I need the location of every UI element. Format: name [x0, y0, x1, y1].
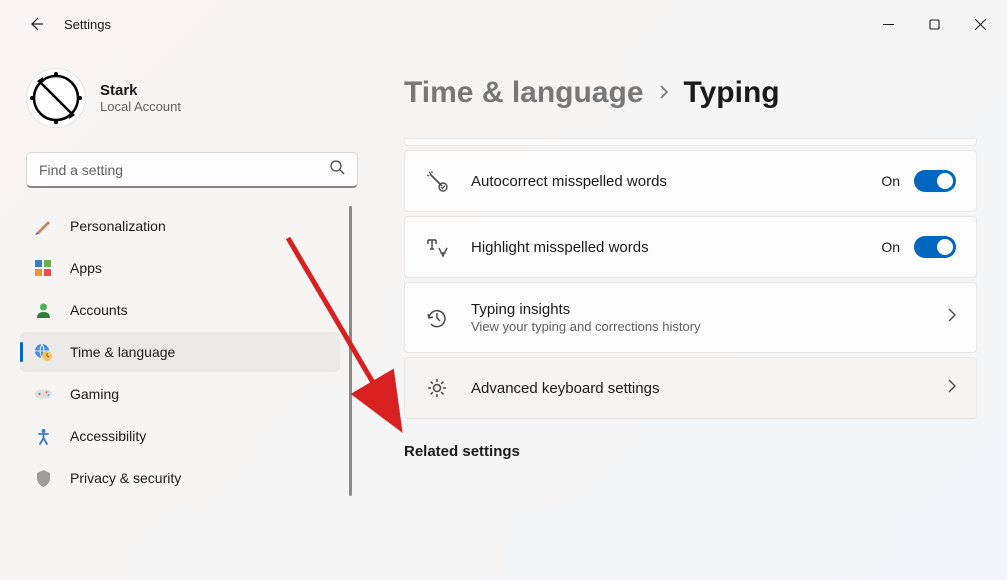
card-title: Typing insights	[471, 301, 925, 318]
search-icon	[329, 159, 345, 180]
minimize-button[interactable]	[865, 8, 911, 40]
accessibility-icon	[34, 427, 52, 445]
apps-icon	[34, 259, 52, 277]
autocorrect-toggle[interactable]	[914, 170, 956, 192]
close-button[interactable]	[957, 8, 1003, 40]
shield-icon	[34, 469, 52, 487]
card-autocorrect[interactable]: Autocorrect misspelled words On	[404, 150, 977, 212]
toggle-state-label: On	[881, 239, 900, 255]
maximize-button[interactable]	[911, 8, 957, 40]
sidebar-item-label: Apps	[70, 260, 102, 276]
window-title: Settings	[64, 17, 111, 32]
back-icon[interactable]	[28, 16, 44, 32]
page-title: Typing	[684, 76, 780, 110]
card-advanced-keyboard[interactable]: Advanced keyboard settings	[404, 357, 977, 419]
toggle-state-label: On	[881, 173, 900, 189]
breadcrumb-parent[interactable]: Time & language	[404, 76, 644, 110]
person-icon	[34, 301, 52, 319]
card-title: Autocorrect misspelled words	[471, 173, 859, 190]
sidebar-item-label: Time & language	[70, 344, 175, 360]
card-subtitle: View your typing and corrections history	[471, 319, 925, 334]
gear-icon	[425, 376, 449, 400]
globe-clock-icon	[34, 343, 52, 361]
sidebar-item-label: Gaming	[70, 386, 119, 402]
sidebar-item-time-language[interactable]: Time & language	[20, 332, 340, 372]
chevron-right-icon	[947, 308, 956, 327]
gamepad-icon	[34, 385, 52, 403]
section-heading-related: Related settings	[404, 443, 977, 460]
sidebar-item-accounts[interactable]: Accounts	[20, 290, 340, 330]
card-title: Advanced keyboard settings	[471, 380, 925, 397]
search-field[interactable]	[39, 162, 329, 178]
sidebar-item-accessibility[interactable]: Accessibility	[20, 416, 340, 456]
sidebar-item-label: Accounts	[70, 302, 128, 318]
paintbrush-icon	[34, 217, 52, 235]
sidebar-item-label: Privacy & security	[70, 470, 181, 486]
card-previous-peek	[404, 138, 977, 146]
history-clock-icon	[425, 306, 449, 330]
card-title: Highlight misspelled words	[471, 239, 859, 256]
highlight-text-icon	[425, 235, 449, 259]
profile-subtitle: Local Account	[100, 99, 181, 114]
search-input[interactable]	[26, 152, 358, 188]
user-profile[interactable]: Stark Local Account	[20, 60, 364, 144]
sidebar-item-label: Accessibility	[70, 428, 146, 444]
sidebar-item-gaming[interactable]: Gaming	[20, 374, 340, 414]
autocorrect-wand-icon	[425, 169, 449, 193]
chevron-right-icon	[658, 83, 670, 104]
profile-name: Stark	[100, 82, 181, 99]
sidebar-item-label: Personalization	[70, 218, 166, 234]
card-highlight[interactable]: Highlight misspelled words On	[404, 216, 977, 278]
sidebar-item-privacy[interactable]: Privacy & security	[20, 458, 340, 498]
sidebar-item-apps[interactable]: Apps	[20, 248, 340, 288]
chevron-right-icon	[947, 379, 956, 398]
sidebar-item-personalization[interactable]: Personalization	[20, 206, 340, 246]
breadcrumb: Time & language Typing	[404, 76, 977, 110]
sidebar-scrollbar[interactable]	[349, 206, 352, 496]
avatar	[26, 68, 86, 128]
sidebar-nav: Personalization Apps Accounts Time & lan…	[20, 206, 364, 498]
card-typing-insights[interactable]: Typing insights View your typing and cor…	[404, 282, 977, 353]
highlight-toggle[interactable]	[914, 236, 956, 258]
